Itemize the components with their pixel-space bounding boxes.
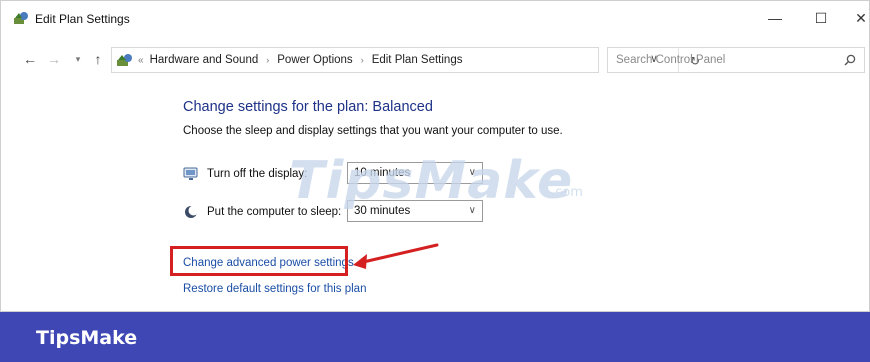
breadcrumb-separator-icon[interactable]: ›	[266, 55, 269, 65]
minimize-button[interactable]: —	[761, 7, 789, 29]
page-description: Choose the sleep and display settings th…	[183, 125, 563, 137]
breadcrumb-separator-icon[interactable]: ›	[361, 55, 364, 65]
display-timeout-value: 10 minutes	[354, 167, 411, 179]
window-title: Edit Plan Settings	[35, 12, 130, 26]
title-bar: Edit Plan Settings — ☐ ✕	[1, 1, 869, 35]
address-bar[interactable]: « Hardware and Sound › Power Options › E…	[111, 47, 700, 73]
page-title: Change settings for the plan: Balanced	[183, 99, 433, 115]
display-timeout-select[interactable]: 10 minutes ∨	[347, 162, 483, 184]
close-button[interactable]: ✕	[847, 7, 870, 29]
sleep-setting-row: Put the computer to sleep: 30 minutes ∨	[183, 199, 483, 225]
restore-default-settings-link[interactable]: Restore default settings for this plan	[183, 283, 366, 295]
brand-logo-text: TipsMake	[36, 327, 138, 349]
minimize-icon: —	[768, 10, 782, 26]
change-advanced-power-settings-link[interactable]: Change advanced power settings	[183, 257, 354, 269]
chevron-down-icon: ∨	[468, 167, 476, 178]
close-icon: ✕	[855, 9, 867, 26]
monitor-icon	[183, 167, 198, 180]
display-timeout-label: Turn off the display:	[207, 168, 308, 180]
control-panel-icon	[117, 54, 132, 66]
search-icon[interactable]	[844, 54, 856, 66]
back-button[interactable]: ←	[21, 49, 39, 69]
moon-icon	[185, 205, 199, 218]
forward-button[interactable]: →	[45, 49, 63, 69]
display-setting-row: Turn off the display: 10 minutes ∨	[183, 161, 483, 187]
control-panel-window: Edit Plan Settings — ☐ ✕ ← → ▾ ↑ « Hardw…	[0, 0, 870, 312]
up-arrow-icon: ↑	[94, 51, 102, 67]
maximize-icon: ☐	[814, 9, 828, 26]
breadcrumb-edit-plan-settings[interactable]: Edit Plan Settings	[372, 54, 463, 66]
breadcrumb-hardware-and-sound[interactable]: Hardware and Sound	[150, 54, 259, 66]
watermark-suffix: .com	[551, 185, 583, 200]
sleep-timeout-label: Put the computer to sleep:	[207, 206, 342, 218]
navigation-bar: ← → ▾ ↑ « Hardware and Sound › Power Opt…	[1, 43, 869, 75]
chevron-down-icon: ∨	[468, 205, 476, 216]
sleep-timeout-select[interactable]: 30 minutes ∨	[347, 200, 483, 222]
forward-arrow-icon: →	[47, 51, 61, 67]
annotation-arrow-icon	[353, 243, 439, 269]
search-input[interactable]	[608, 54, 828, 66]
maximize-button[interactable]: ☐	[807, 7, 835, 29]
up-button[interactable]: ↑	[89, 49, 107, 69]
back-arrow-icon: ←	[23, 51, 37, 67]
sleep-timeout-value: 30 minutes	[354, 205, 411, 217]
search-box[interactable]	[607, 47, 865, 73]
brand-banner: TipsMake	[0, 312, 870, 362]
power-options-app-icon	[14, 12, 28, 24]
recent-locations-button[interactable]: ▾	[69, 49, 87, 69]
breadcrumb-power-options[interactable]: Power Options	[277, 54, 352, 66]
chevron-down-icon: ▾	[75, 53, 81, 64]
breadcrumb-overflow-icon[interactable]: «	[138, 55, 144, 66]
